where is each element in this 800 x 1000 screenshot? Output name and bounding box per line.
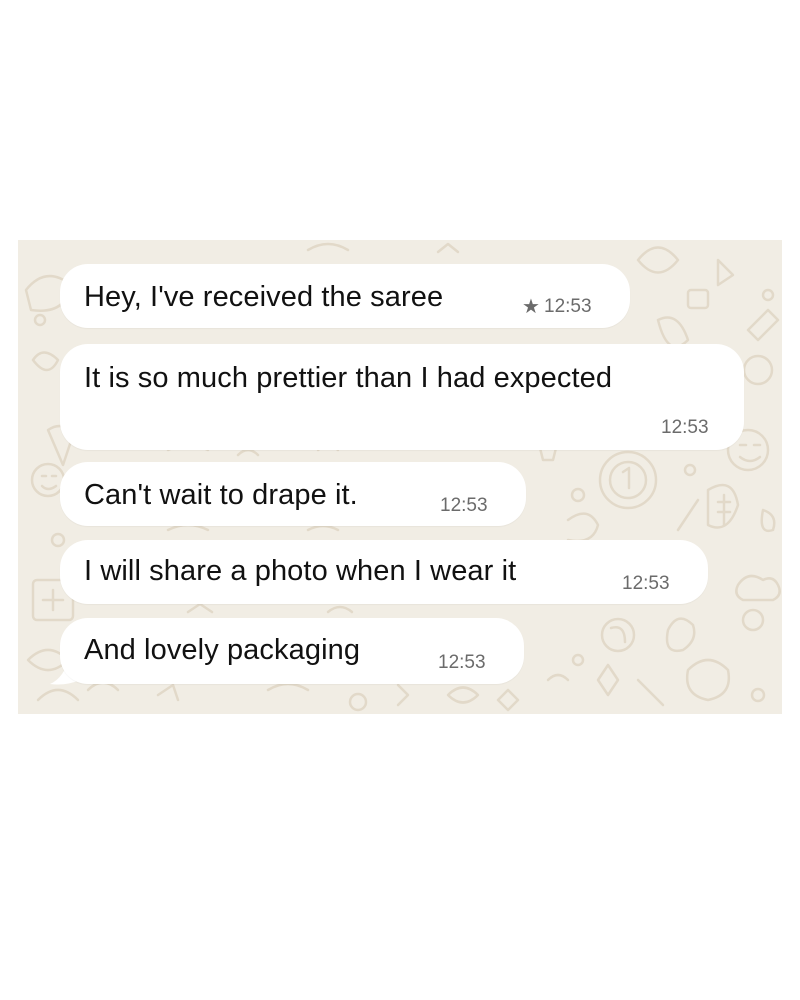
message-bubble[interactable]: And lovely packaging 12:53 [60,618,524,684]
message-time: 12:53 [544,296,592,317]
message-text: I will share a photo when I wear it [84,555,517,587]
message-time: 12:53 [438,652,486,673]
message-bubble[interactable]: It is so much prettier than I had expect… [60,344,744,450]
message-time: 12:53 [622,573,670,594]
message-text: Hey, I've received the saree [84,281,444,313]
star-icon: ★ [522,296,540,318]
message-bubble[interactable]: Can't wait to drape it. 12:53 [60,462,526,526]
message-text: It is so much prettier than I had expect… [84,362,613,394]
message-bubble[interactable]: Hey, I've received the saree ★ 12:53 [60,264,630,328]
message-time: 12:53 [440,495,488,516]
message-time: 12:53 [661,417,709,438]
chat-background: Hey, I've received the saree ★ 12:53 It … [18,240,782,714]
message-text: And lovely packaging [84,634,361,666]
message-bubble[interactable]: I will share a photo when I wear it 12:5… [60,540,708,604]
message-text: Can't wait to drape it. [84,479,358,511]
